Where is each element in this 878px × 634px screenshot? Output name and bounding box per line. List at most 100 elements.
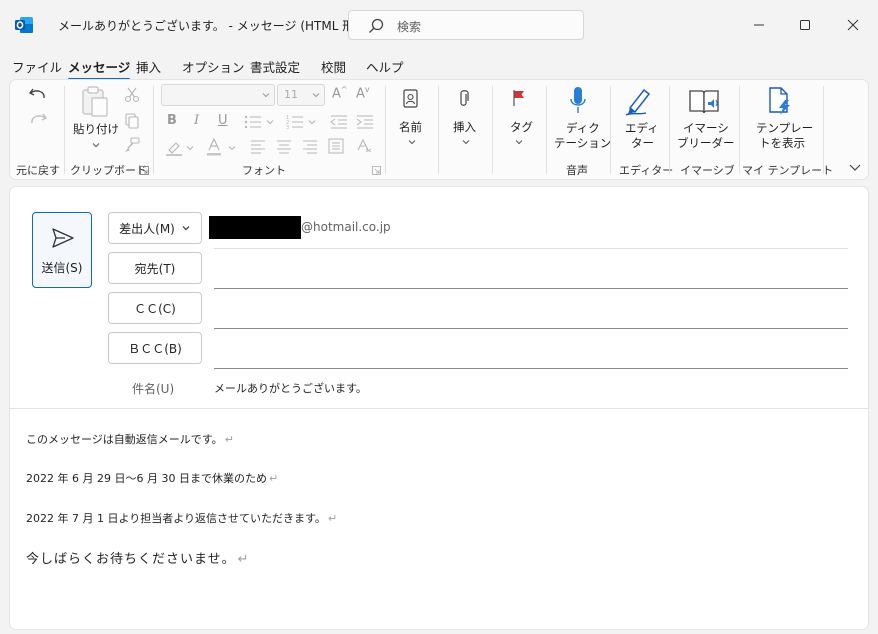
minimize-button[interactable] bbox=[736, 10, 782, 40]
to-input[interactable] bbox=[214, 288, 848, 289]
increase-indent-icon[interactable] bbox=[356, 114, 374, 130]
tab-review[interactable]: 校閲 bbox=[321, 57, 346, 76]
send-label: 送信(S) bbox=[41, 261, 83, 275]
send-icon bbox=[52, 228, 74, 248]
search-input[interactable]: 検索 bbox=[348, 10, 584, 40]
paste-icon[interactable] bbox=[80, 86, 110, 118]
undo-group-label: 元に戻す bbox=[16, 164, 60, 177]
tab-help[interactable]: ヘルプ bbox=[366, 57, 404, 76]
tab-message[interactable]: メッセージ bbox=[68, 57, 131, 80]
flag-icon[interactable] bbox=[512, 89, 526, 107]
template-label-2[interactable]: トを表示 bbox=[759, 136, 805, 151]
from-label: 差出人(M) bbox=[119, 221, 175, 236]
bullet-list-icon[interactable] bbox=[244, 114, 262, 130]
cut-icon[interactable] bbox=[124, 87, 140, 103]
clipboard-group-label: クリップボード bbox=[70, 164, 147, 177]
from-button[interactable]: 差出人(M) bbox=[108, 212, 202, 244]
immersive-group-label: イマーシブ bbox=[680, 164, 735, 177]
template-group-label: マイ テンプレート bbox=[742, 164, 834, 177]
tab-options[interactable]: オプション bbox=[182, 57, 245, 76]
bcc-input[interactable] bbox=[214, 368, 848, 369]
collapse-ribbon-icon[interactable] bbox=[849, 162, 861, 172]
align-center-icon[interactable] bbox=[276, 140, 292, 154]
maximize-icon bbox=[800, 20, 810, 30]
tab-file[interactable]: ファイル bbox=[12, 57, 62, 76]
insert-button[interactable]: 挿入 bbox=[453, 120, 476, 135]
send-button[interactable]: 送信(S) bbox=[32, 212, 92, 288]
paragraph-mark: ↵ bbox=[237, 552, 250, 567]
immersive-label-1[interactable]: イマーシ bbox=[683, 121, 729, 136]
subject-input[interactable]: メールありがとうございます。 bbox=[214, 380, 367, 396]
chevron-down-icon bbox=[462, 140, 470, 145]
editor-group-label: エディター bbox=[619, 164, 674, 177]
chevron-down-icon bbox=[186, 146, 194, 151]
bold-button[interactable]: B bbox=[167, 113, 177, 128]
cc-button[interactable]: ＣＣ(C) bbox=[108, 292, 202, 324]
redo-icon[interactable] bbox=[28, 111, 48, 129]
underline-button[interactable]: U bbox=[218, 113, 228, 128]
address-book-icon[interactable] bbox=[402, 89, 420, 109]
font-name-select[interactable] bbox=[161, 84, 275, 106]
chevron-down-icon bbox=[182, 226, 190, 231]
grow-font-button[interactable]: A^ bbox=[332, 85, 348, 101]
align-left-icon[interactable] bbox=[250, 140, 266, 154]
undo-icon[interactable] bbox=[28, 86, 48, 104]
maximize-button[interactable] bbox=[782, 10, 828, 40]
attach-icon[interactable] bbox=[458, 89, 470, 109]
styles-icon[interactable] bbox=[328, 138, 344, 154]
template-label-1[interactable]: テンプレー bbox=[756, 121, 813, 136]
shrink-font-button[interactable]: Av bbox=[356, 85, 370, 101]
dialog-launcher-icon[interactable] bbox=[372, 166, 381, 175]
font-group-label: フォント bbox=[242, 164, 286, 177]
format-painter-icon[interactable] bbox=[124, 137, 141, 153]
copy-icon[interactable] bbox=[124, 113, 140, 129]
bcc-button[interactable]: ＢＣＣ(B) bbox=[108, 332, 202, 364]
svg-text:3: 3 bbox=[286, 125, 289, 130]
italic-button[interactable]: I bbox=[194, 113, 199, 128]
compose-pane: 送信(S) 差出人(M) @hotmail.co.jp 宛先(T) ＣＣ(C) … bbox=[9, 186, 869, 630]
cc-input[interactable] bbox=[214, 328, 848, 329]
clear-formatting-icon[interactable] bbox=[356, 138, 372, 154]
editor-label-1[interactable]: エディ bbox=[625, 121, 659, 136]
immersive-label-2[interactable]: ブリーダー bbox=[677, 136, 735, 151]
dialog-launcher-icon[interactable] bbox=[140, 166, 149, 175]
dictation-label-2[interactable]: テーション bbox=[554, 136, 611, 151]
chevron-down-icon bbox=[92, 143, 100, 148]
names-button[interactable]: 名前 bbox=[399, 120, 422, 135]
body-line-1[interactable]: このメッセージは自動返信メールです。 ↵ bbox=[26, 431, 234, 447]
body-line-4[interactable]: 今しばらくお待ちくださいませ。 ↵ bbox=[26, 548, 250, 567]
microphone-icon[interactable] bbox=[569, 86, 587, 116]
to-button[interactable]: 宛先(T) bbox=[108, 252, 202, 284]
chevron-down-icon bbox=[266, 120, 274, 125]
ribbon: 元に戻す 貼り付け クリップボード 11 A^ Av B I U 1 2 3 フ… bbox=[9, 79, 869, 180]
minimize-icon bbox=[754, 24, 764, 26]
to-label: 宛先(T) bbox=[134, 261, 176, 276]
decrease-indent-icon[interactable] bbox=[330, 114, 348, 130]
editor-label-2[interactable]: ター bbox=[631, 136, 654, 151]
ribbon-separator bbox=[739, 86, 740, 174]
numbered-list-icon[interactable]: 123 bbox=[286, 114, 304, 130]
close-icon bbox=[847, 19, 859, 31]
paragraph-mark: ↵ bbox=[327, 512, 338, 525]
ribbon-separator bbox=[823, 86, 824, 174]
paste-button[interactable]: 貼り付け bbox=[73, 122, 119, 137]
align-right-icon[interactable] bbox=[302, 140, 318, 154]
close-button[interactable] bbox=[830, 10, 876, 40]
font-color-icon[interactable] bbox=[206, 138, 222, 156]
tab-format[interactable]: 書式設定 bbox=[250, 57, 300, 76]
from-address-domain: @hotmail.co.jp bbox=[301, 220, 391, 234]
ribbon-separator bbox=[64, 86, 65, 174]
tag-button[interactable]: タグ bbox=[510, 120, 533, 135]
window-title: メールありがとうございます。 - メッセージ (HTML 形式) bbox=[58, 19, 371, 33]
body-line-2[interactable]: 2022 年 6 月 29 日〜6 月 30 日まで休業のため ↵ bbox=[26, 470, 278, 486]
immersive-reader-icon[interactable] bbox=[688, 87, 720, 117]
chevron-down-icon bbox=[408, 140, 416, 145]
font-size-select[interactable]: 11 bbox=[277, 84, 325, 106]
tab-insert[interactable]: 挿入 bbox=[136, 57, 161, 76]
editor-pen-icon[interactable] bbox=[624, 86, 654, 116]
body-line-3[interactable]: 2022 年 7 月 1 日より担当者より返信させていただきます。 ↵ bbox=[26, 510, 337, 526]
ribbon-separator bbox=[610, 86, 611, 174]
dictation-label-1[interactable]: ディク bbox=[566, 121, 600, 136]
highlight-icon[interactable] bbox=[165, 140, 183, 156]
template-icon[interactable] bbox=[766, 86, 794, 116]
